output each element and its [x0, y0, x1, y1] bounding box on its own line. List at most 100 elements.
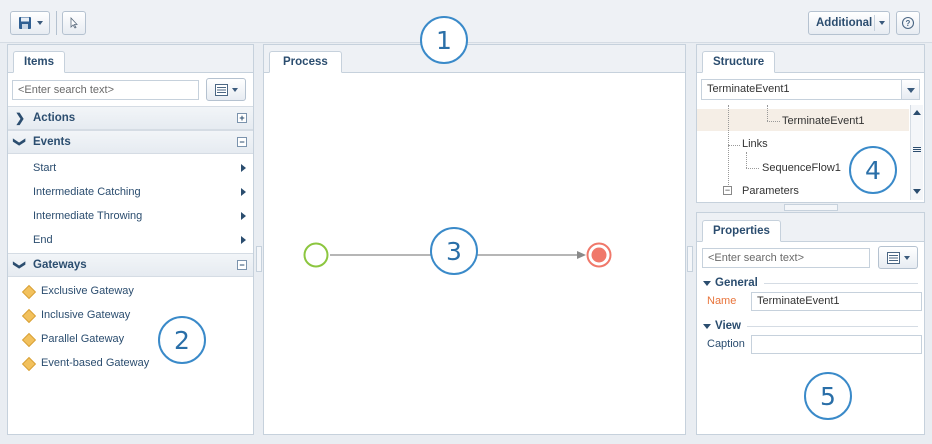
additional-label: Additional	[816, 17, 873, 29]
arrow-right-icon	[241, 188, 246, 196]
caption-label: Caption	[707, 338, 745, 350]
exclusive-gateway-icon	[23, 286, 34, 297]
list-view-icon	[214, 83, 228, 96]
list-item-parallel-gateway[interactable]: Parallel Gateway	[8, 327, 253, 351]
list-item-intermediate-catching[interactable]: Intermediate Catching	[8, 180, 253, 204]
group-events-label: Events	[33, 136, 71, 148]
tree-node-sequenceflow[interactable]: SequenceFlow1	[762, 162, 841, 174]
items-tabstrip: Items	[8, 45, 253, 73]
tab-properties[interactable]: Properties	[702, 220, 781, 242]
list-item-label: Event-based Gateway	[41, 357, 150, 369]
properties-tabstrip: Properties	[697, 213, 924, 242]
tree-connector	[746, 152, 747, 168]
expand-icon[interactable]: +	[237, 113, 247, 123]
structure-select[interactable]: TerminateEvent1	[701, 79, 920, 100]
dropdown-button[interactable]	[901, 80, 919, 99]
list-item-inclusive-gateway[interactable]: Inclusive Gateway	[8, 303, 253, 327]
tree-connector	[728, 105, 729, 193]
list-view-icon	[886, 251, 900, 264]
tree-connector	[767, 121, 780, 122]
inclusive-gateway-icon	[23, 310, 34, 321]
chevron-down-icon	[231, 87, 238, 92]
splitter-handle-right[interactable]	[687, 246, 693, 272]
section-divider	[747, 325, 918, 327]
list-item-label: Intermediate Throwing	[33, 210, 143, 222]
chevron-down-icon: ❯	[13, 260, 27, 271]
section-divider	[763, 282, 918, 284]
save-button[interactable]	[10, 11, 50, 35]
scroll-up-icon[interactable]	[913, 110, 921, 115]
tab-structure[interactable]: Structure	[702, 51, 776, 73]
group-gateways[interactable]: ❯ Gateways −	[8, 253, 253, 277]
tree-connector	[746, 168, 759, 169]
pointer-button[interactable]	[62, 11, 86, 35]
tree-node-terminate[interactable]: TerminateEvent1	[782, 115, 865, 127]
list-item-exclusive-gateway[interactable]: Exclusive Gateway	[8, 279, 253, 303]
chevron-down-icon	[703, 323, 711, 329]
tab-items[interactable]: Items	[13, 51, 66, 73]
group-actions-label: Actions	[33, 112, 76, 124]
group-events[interactable]: ❯ Events −	[8, 130, 253, 154]
svg-text:?: ?	[906, 19, 911, 28]
help-button[interactable]: ?	[896, 11, 920, 35]
splitter-handle-left[interactable]	[256, 246, 262, 272]
properties-view-button[interactable]	[878, 246, 918, 269]
properties-search-input[interactable]: <Enter search text>	[702, 248, 870, 268]
list-item-start[interactable]: Start	[8, 156, 253, 180]
list-item-label: Start	[33, 162, 57, 174]
scroll-thumb-icon[interactable]	[913, 147, 921, 148]
callout-2: 2	[158, 316, 206, 364]
section-view[interactable]: View	[703, 319, 918, 333]
additional-button[interactable]: Additional	[808, 11, 890, 35]
tree-node-links[interactable]: Links	[742, 138, 768, 150]
chevron-down-icon	[903, 255, 910, 260]
section-general-label: General	[715, 277, 758, 289]
items-panel: Items <Enter search text> ❯ Actions + ❯ …	[7, 44, 254, 435]
arrow-right-icon	[241, 236, 246, 244]
chevron-down-icon	[36, 21, 43, 25]
section-general[interactable]: General	[703, 276, 918, 290]
list-item-end[interactable]: End	[8, 228, 253, 252]
list-item-label: Inclusive Gateway	[41, 309, 131, 321]
group-actions[interactable]: ❯ Actions +	[8, 106, 253, 130]
collapse-icon[interactable]: −	[237, 137, 247, 147]
list-item-event-based-gateway[interactable]: Event-based Gateway	[8, 351, 253, 375]
parallel-gateway-icon	[23, 334, 34, 345]
save-icon	[18, 17, 31, 29]
caption-field[interactable]	[751, 335, 922, 354]
help-icon: ?	[901, 16, 915, 30]
list-item-label: End	[33, 234, 53, 246]
structure-scrollbar[interactable]	[910, 105, 923, 200]
items-search-input[interactable]: <Enter search text>	[12, 80, 199, 100]
splitter-handle-horizontal[interactable]	[784, 204, 838, 211]
callout-3: 3	[430, 227, 478, 275]
group-gateways-label: Gateways	[33, 259, 87, 271]
sequence-flow-arrowhead	[577, 251, 586, 259]
tree-connector	[767, 105, 768, 121]
chevron-down-icon	[703, 280, 711, 286]
chevron-down-icon	[879, 21, 885, 25]
list-item-intermediate-throwing[interactable]: Intermediate Throwing	[8, 204, 253, 228]
tree-connector	[728, 145, 740, 146]
callout-5: 5	[804, 372, 852, 420]
start-event[interactable]	[303, 242, 329, 268]
terminate-event-core	[591, 247, 607, 263]
tab-process[interactable]: Process	[269, 51, 342, 73]
list-item-label: Intermediate Catching	[33, 186, 141, 198]
section-view-label: View	[715, 320, 741, 332]
collapse-icon[interactable]: −	[723, 186, 732, 195]
structure-selected-value: TerminateEvent1	[707, 83, 790, 95]
name-field[interactable]: TerminateEvent1	[751, 292, 922, 311]
structure-tabstrip: Structure	[697, 45, 924, 73]
tree-node-parameters[interactable]: Parameters	[742, 185, 799, 197]
event-based-gateway-icon	[23, 358, 34, 369]
arrow-right-icon	[241, 164, 246, 172]
chevron-right-icon: ❯	[15, 111, 26, 125]
collapse-icon[interactable]: −	[237, 260, 247, 270]
scroll-down-icon[interactable]	[913, 189, 921, 194]
toolbar-divider	[56, 11, 57, 35]
items-view-button[interactable]	[206, 78, 246, 101]
callout-4: 4	[849, 146, 897, 194]
chevron-down-icon: ❯	[13, 137, 27, 148]
process-tabstrip: Process	[264, 45, 685, 73]
